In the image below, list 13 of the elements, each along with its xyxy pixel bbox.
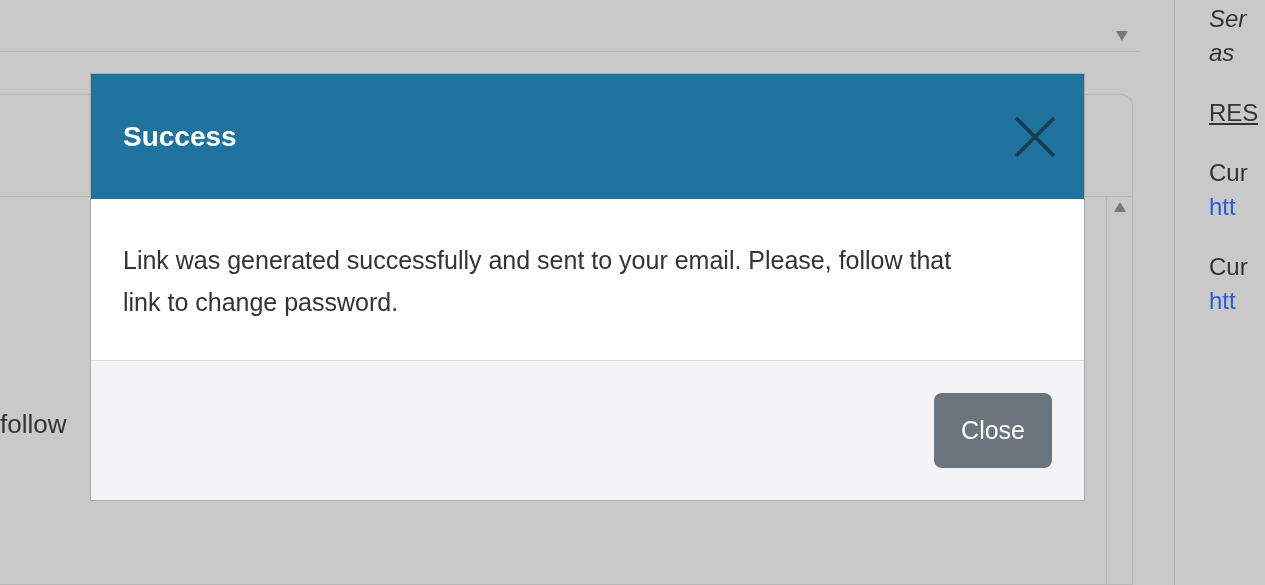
close-button[interactable]: Close [934,393,1052,468]
caret-down-icon [1116,30,1128,41]
side-link[interactable]: htt [1209,190,1259,224]
side-text: Cur [1209,252,1249,282]
side-heading: RES [1209,98,1259,128]
dialog-message: Link was generated successfully and sent to your email. Please, follow that link to change password. [123,245,953,318]
caret-up-icon [1113,202,1126,212]
dialog-title: Success [123,119,237,154]
side-text: as [1209,38,1236,68]
side-text: Cur [1209,158,1249,188]
side-link[interactable]: htt [1209,284,1259,318]
side-text: Ser [1209,4,1248,34]
panel-text: follow [0,409,67,439]
